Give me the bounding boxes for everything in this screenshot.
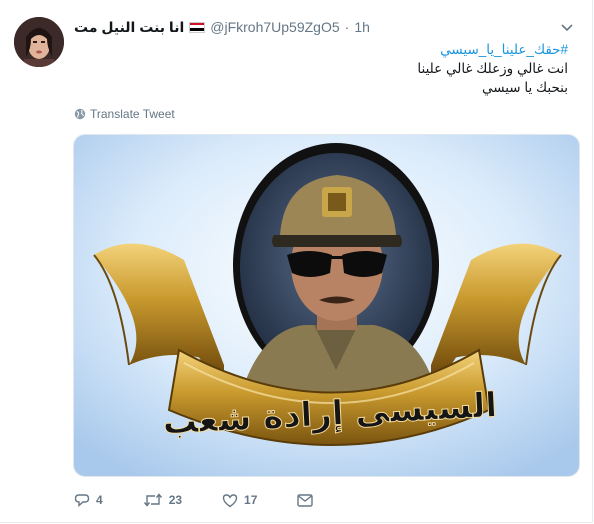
direct-message-button[interactable] xyxy=(297,493,314,507)
caret-down-icon[interactable] xyxy=(560,20,574,32)
tweet-actions: 4 23 17 xyxy=(74,488,474,512)
timestamp[interactable]: 1h xyxy=(354,19,370,35)
tweet-text: #حقك_علينا_يا_سيسي انت غالي وزعلك غالي ع… xyxy=(74,40,568,97)
dm-icon xyxy=(297,493,314,507)
translate-tweet-link[interactable]: Translate Tweet xyxy=(74,107,175,121)
display-name[interactable]: انا بنت النيل مت xyxy=(74,19,184,36)
translate-label: Translate Tweet xyxy=(90,107,175,121)
reply-icon xyxy=(74,493,90,507)
tweet-line: انت غالي وزعلك غالي علينا xyxy=(417,61,568,76)
like-icon xyxy=(222,493,238,507)
reply-button[interactable]: 4 xyxy=(74,493,103,508)
globe-icon xyxy=(74,108,86,120)
reply-count: 4 xyxy=(96,493,103,507)
like-count: 17 xyxy=(244,493,258,507)
retweet-icon xyxy=(143,493,162,507)
egypt-flag-icon xyxy=(189,21,206,33)
like-button[interactable]: 17 xyxy=(222,493,257,508)
user-handle[interactable]: @jFkroh7Up59ZgO5 xyxy=(210,19,339,35)
separator-dot: · xyxy=(344,19,350,35)
retweet-count: 23 xyxy=(168,493,183,507)
tweet-image[interactable]: السيسى إرادة شعب xyxy=(73,134,580,477)
hashtag-link[interactable]: #حقك_علينا_يا_سيسي xyxy=(74,40,568,59)
retweet-button[interactable]: 23 xyxy=(143,493,182,507)
tweet-header: انا بنت النيل مت @jFkroh7Up59ZgO5 · 1h xyxy=(74,18,544,36)
tweet-card[interactable]: انا بنت النيل مت @jFkroh7Up59ZgO5 · 1h #… xyxy=(0,0,593,523)
tweet-line: بنحبك يا سيسي xyxy=(481,80,568,95)
avatar[interactable] xyxy=(14,17,64,67)
